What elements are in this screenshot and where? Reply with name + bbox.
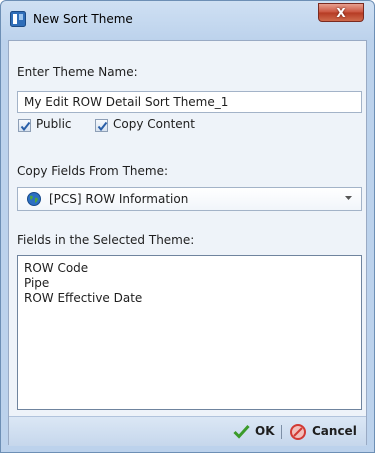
copy-fields-label: Copy Fields From Theme:	[17, 164, 168, 178]
public-label[interactable]: Public	[36, 117, 72, 131]
app-icon	[10, 11, 26, 27]
list-item[interactable]: Pipe	[24, 276, 355, 291]
selected-theme-value: [PCS] ROW Information	[49, 192, 189, 206]
public-checkbox[interactable]	[18, 119, 31, 132]
copy-content-label[interactable]: Copy Content	[113, 117, 195, 131]
fields-label: Fields in the Selected Theme:	[17, 233, 195, 247]
cancel-icon	[290, 424, 306, 440]
window-title: New Sort Theme	[33, 12, 133, 26]
close-button[interactable]: X	[318, 3, 364, 22]
theme-name-label: Enter Theme Name:	[17, 65, 138, 79]
list-item[interactable]: ROW Effective Date	[24, 291, 355, 306]
copy-content-checkbox[interactable]	[95, 119, 108, 132]
checkmark-icon	[97, 121, 108, 132]
button-bar: OK Cancel	[9, 416, 366, 446]
button-separator	[281, 425, 282, 439]
list-item[interactable]: ROW Code	[24, 261, 355, 276]
fields-list[interactable]: ROW Code Pipe ROW Effective Date	[17, 255, 362, 410]
chevron-down-icon	[345, 196, 352, 200]
globe-icon	[27, 192, 41, 206]
theme-name-input[interactable]: My Edit ROW Detail Sort Theme_1	[17, 91, 362, 113]
new-sort-theme-dialog: New Sort Theme X Enter Theme Name: My Ed…	[0, 0, 375, 453]
copy-fields-select[interactable]: [PCS] ROW Information	[17, 187, 362, 211]
checkmark-icon	[20, 121, 31, 132]
title-bar: New Sort Theme X	[1, 1, 374, 39]
cancel-label: Cancel	[312, 424, 357, 438]
checkmark-icon	[233, 424, 250, 439]
ok-label: OK	[255, 424, 275, 438]
